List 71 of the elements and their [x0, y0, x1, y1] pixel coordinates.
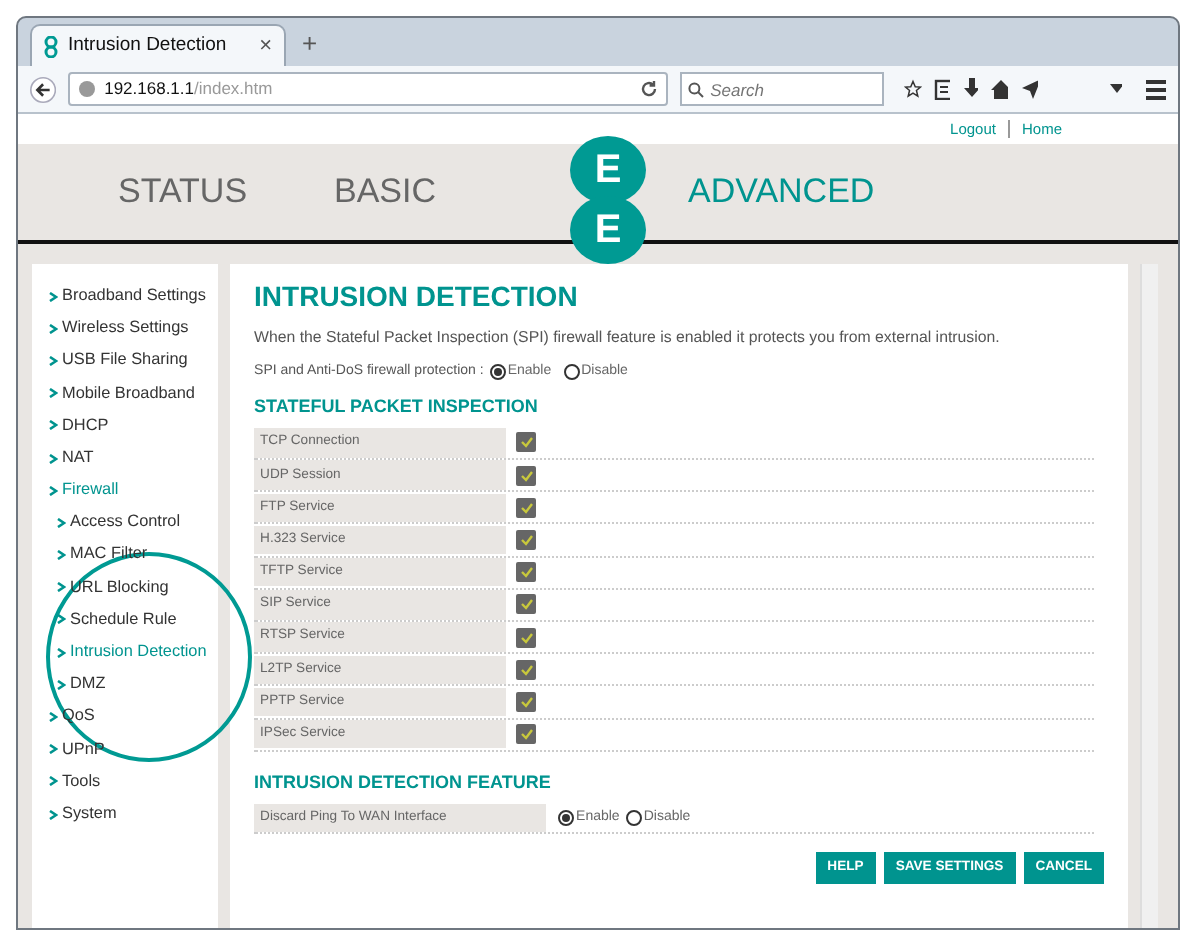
sidebar-item[interactable]: Access Control: [48, 506, 181, 539]
logo-icon: [44, 35, 58, 57]
checkbox[interactable]: [516, 562, 537, 583]
section-title: STATEFUL PACKET INSPECTION: [254, 394, 540, 421]
logo-letter: E: [570, 196, 646, 264]
download-icon[interactable]: [962, 78, 979, 100]
close-tab-button[interactable]: ×: [259, 29, 272, 63]
tab-title: Intrusion Detection: [68, 31, 227, 60]
logo-letter: E: [570, 136, 646, 204]
sidebar-item[interactable]: Schedule Rule: [48, 603, 177, 637]
nav-tab[interactable]: BASIC: [334, 166, 437, 218]
bullet-icon: [48, 744, 58, 755]
checkbox[interactable]: [516, 659, 537, 680]
sidebar-item[interactable]: UPnP: [48, 733, 105, 766]
url-text: 192.168.1.1/index.htm: [104, 76, 273, 102]
send-icon[interactable]: [1020, 78, 1039, 100]
star-icon[interactable]: [904, 78, 923, 100]
sidebar-item[interactable]: Firewall: [48, 474, 119, 507]
bullet-icon: [48, 712, 58, 723]
radio-button[interactable]: [489, 364, 506, 381]
home-icon[interactable]: [990, 78, 1009, 100]
bullet-icon: [48, 809, 58, 820]
address-bar[interactable]: 192.168.1.1/index.htm: [68, 72, 669, 106]
chevron-icon: [56, 550, 66, 561]
search-field[interactable]: Search: [680, 72, 885, 106]
bullet-icon: [48, 388, 58, 399]
scrollbar[interactable]: [1140, 264, 1158, 928]
bullet-icon: [48, 485, 58, 496]
dropdown-icon[interactable]: [1110, 84, 1123, 94]
sidebar-item[interactable]: DHCP: [48, 409, 109, 442]
checkbox[interactable]: [516, 530, 537, 551]
chevron-icon: [56, 582, 66, 593]
bullet-icon: [48, 420, 58, 431]
sidebar-item[interactable]: Broadband Settings: [48, 280, 206, 313]
sidebar-item[interactable]: System: [48, 798, 117, 831]
chevron-icon: [56, 517, 66, 528]
checkbox[interactable]: [516, 691, 537, 712]
bullet-icon: [48, 776, 58, 787]
sidebar-item[interactable]: USB File Sharing: [48, 344, 188, 378]
checkbox[interactable]: [516, 465, 537, 486]
sidebar-item[interactable]: Tools: [48, 765, 101, 798]
search-icon: [688, 81, 705, 97]
sidebar-item[interactable]: Mobile Broadband: [48, 377, 195, 410]
checkbox[interactable]: [516, 594, 537, 615]
checkbox[interactable]: [516, 432, 537, 453]
nav-tab[interactable]: STATUS: [118, 166, 248, 218]
chevron-icon: [56, 614, 66, 625]
reload-icon[interactable]: [640, 80, 659, 98]
sidebar-item[interactable]: Intrusion Detection: [48, 636, 207, 669]
checkbox[interactable]: [516, 627, 537, 648]
checkbox[interactable]: [516, 497, 537, 518]
radio-button[interactable]: [558, 809, 575, 826]
browser-tab[interactable]: Intrusion Detection ×: [30, 24, 286, 66]
new-tab-button[interactable]: +: [294, 23, 326, 66]
sidebar-item[interactable]: Wireless Settings: [48, 312, 189, 345]
radio-button[interactable]: [563, 364, 580, 381]
sidebar-item[interactable]: DMZ: [48, 668, 106, 701]
back-icon[interactable]: [30, 73, 57, 105]
bullet-icon: [48, 453, 58, 464]
radio-button[interactable]: [625, 809, 642, 826]
bullet-icon: [48, 291, 58, 302]
globe-icon: [78, 80, 97, 98]
menu-icon[interactable]: [1146, 79, 1167, 99]
chevron-icon: [56, 679, 66, 690]
page-title: INTRUSION DETECTION: [254, 278, 580, 316]
chevron-icon: [56, 647, 66, 658]
bullet-icon: [48, 355, 58, 366]
section-title: INTRUSION DETECTION FEATURE: [254, 769, 553, 796]
checkbox[interactable]: [516, 724, 537, 745]
sidebar-item[interactable]: NAT: [48, 441, 94, 475]
bullet-icon: [48, 323, 58, 334]
